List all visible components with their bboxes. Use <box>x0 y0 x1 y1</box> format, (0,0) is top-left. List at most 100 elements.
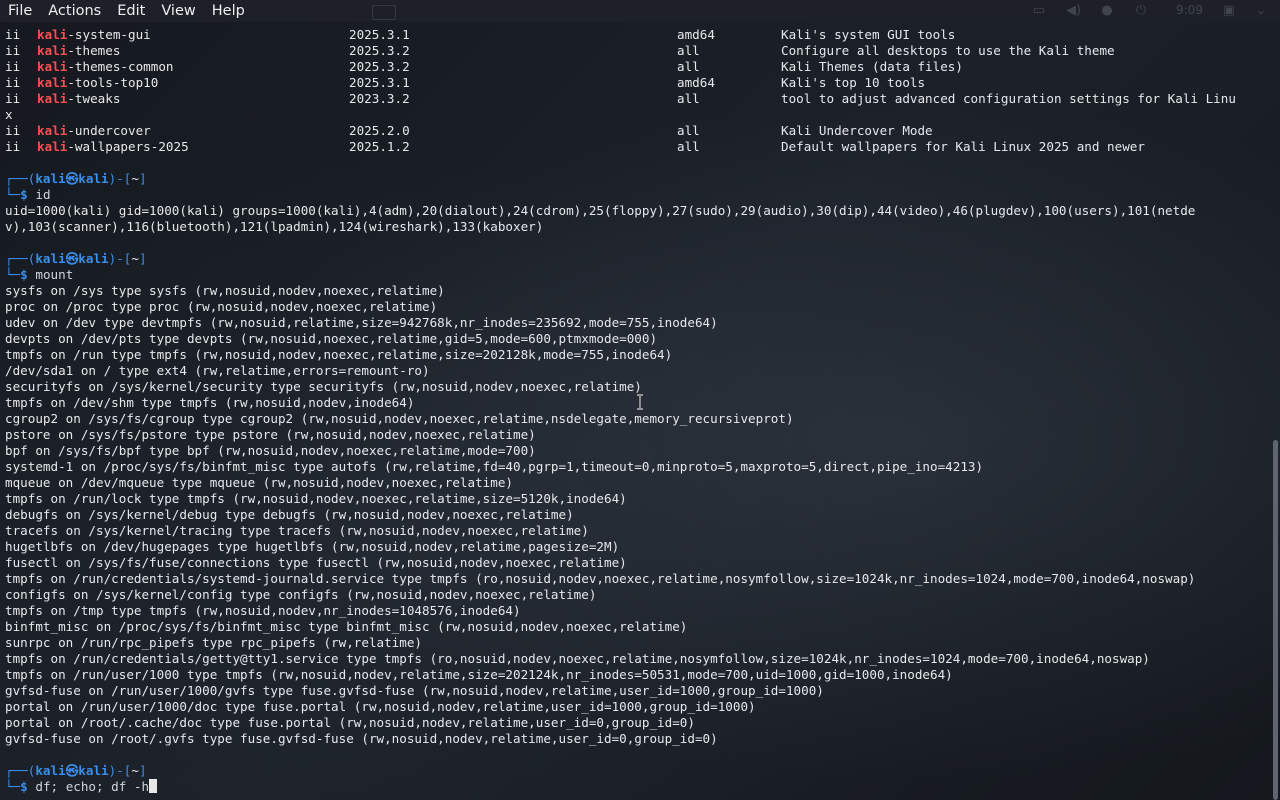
prompt-line-top: ┌──(kali㉿kali)-[~] <box>5 763 1263 779</box>
output-line: tmpfs on /dev/shm type tmpfs (rw,nosuid,… <box>5 395 415 410</box>
package-description: Kali Themes (data files) <box>781 59 963 74</box>
output-line: sunrpc on /run/rpc_pipefs type rpc_pipef… <box>5 635 423 650</box>
package-name: kali-system-gui <box>37 27 349 43</box>
prompt-corner-bottom: └─ <box>5 779 21 794</box>
window-thumbnail-icon[interactable] <box>372 5 396 20</box>
package-status: ii <box>5 75 21 90</box>
prompt-mid: )-[ <box>108 763 132 778</box>
package-name-rest: -undercover <box>67 123 151 138</box>
package-version: 2023.3.2 <box>349 91 410 106</box>
command-text: id <box>35 187 51 202</box>
menu-actions[interactable]: Actions <box>40 0 109 22</box>
user-menu-icon[interactable]: ⌄ <box>1254 4 1268 18</box>
output-line: devpts on /dev/pts type devpts (rw,nosui… <box>5 331 658 346</box>
package-name: kali-undercover <box>37 123 349 139</box>
prompt-corner-bottom: └─ <box>5 267 21 282</box>
output-line: bpf on /sys/fs/bpf type bpf (rw,nosuid,n… <box>5 443 536 458</box>
terminal-menubar: File Actions Edit View Help <box>0 0 1280 22</box>
prompt-line-top: ┌──(kali㉿kali)-[~] <box>5 171 1263 187</box>
package-version: 2025.1.2 <box>349 139 410 154</box>
package-name-prefix: kali <box>37 75 68 90</box>
package-name-rest: -system-gui <box>67 27 151 42</box>
output-line: sysfs on /sys type sysfs (rw,nosuid,node… <box>5 283 445 298</box>
prompt-at: ㉿ <box>65 171 79 186</box>
prompt-corner: ┌──( <box>5 763 36 778</box>
menu-edit[interactable]: Edit <box>109 0 153 22</box>
display-icon[interactable]: ▭ <box>1032 4 1046 18</box>
text-cursor-icon <box>637 394 643 410</box>
package-arch: all <box>677 43 700 58</box>
package-status: ii <box>5 27 21 42</box>
prompt-path: ~ <box>131 171 139 186</box>
output-line: debugfs on /sys/kernel/debug type debugf… <box>5 507 574 522</box>
package-arch: all <box>677 91 700 106</box>
output-line: proc on /proc type proc (rw,nosuid,nodev… <box>5 299 438 314</box>
prompt-mid: )-[ <box>108 251 132 266</box>
prompt-host: kali <box>78 251 109 266</box>
output-line: binfmt_misc on /proc/sys/fs/binfmt_misc … <box>5 619 688 634</box>
volume-icon[interactable]: ◀) <box>1066 4 1081 18</box>
package-name-rest: -tweaks <box>67 91 121 106</box>
menu-view[interactable]: View <box>153 0 203 22</box>
prompt-at: ㉿ <box>65 763 79 778</box>
package-status: ii <box>5 59 21 74</box>
output-line: tmpfs on /tmp type tmpfs (rw,nosuid,node… <box>5 603 521 618</box>
power-icon[interactable]: ⏻ <box>1134 4 1148 18</box>
prompt-user: kali <box>35 763 66 778</box>
output-line: securityfs on /sys/kernel/security type … <box>5 379 642 394</box>
package-name-rest: -wallpapers-2025 <box>67 139 189 154</box>
package-status: ii <box>5 91 21 106</box>
package-row: ii kali-themes 2025.3.2 all Configure all de… <box>5 43 1263 59</box>
package-name-prefix: kali <box>37 59 68 74</box>
output-line: tmpfs on /run/credentials/systemd-journa… <box>5 571 1196 586</box>
wrapped-text: x <box>5 107 13 122</box>
prompt-host: kali <box>78 763 109 778</box>
package-name-rest: -themes-common <box>67 59 174 74</box>
output-line: tmpfs on /run type tmpfs (rw,nosuid,node… <box>5 347 673 362</box>
package-arch: all <box>677 139 700 154</box>
scrollbar-thumb[interactable] <box>1273 440 1278 800</box>
package-name-prefix: kali <box>37 43 68 58</box>
package-description: Configure all desktops to use the Kali t… <box>781 43 1115 58</box>
package-description: Kali's top 10 tools <box>781 75 926 90</box>
package-version: 2025.3.2 <box>349 59 410 74</box>
prompt-dollar: $ <box>20 187 28 202</box>
package-row: ii kali-system-gui 2025.3.1 amd64 Kali's sys… <box>5 27 1263 43</box>
prompt-host: kali <box>78 171 109 186</box>
package-description: Default wallpapers for Kali Linux 2025 a… <box>781 139 1145 154</box>
notification-bell-icon[interactable]: ● <box>1100 4 1114 18</box>
package-name: kali-tools-top10 <box>37 75 349 91</box>
output-line: udev on /dev type devtmpfs (rw,nosuid,re… <box>5 315 718 330</box>
menu-help[interactable]: Help <box>204 0 253 22</box>
output-line: gvfsd-fuse on /run/user/1000/gvfs type f… <box>5 683 824 698</box>
output-line: /dev/sda1 on / type ext4 (rw,relatime,er… <box>5 363 430 378</box>
terminal-output[interactable]: ii kali-system-gui 2025.3.1 amd64 Kali's sys… <box>5 27 1263 800</box>
package-name: kali-tweaks <box>37 91 349 107</box>
lock-icon[interactable]: ▣ <box>1222 4 1236 18</box>
output-line: tmpfs on /run/user/1000 type tmpfs (rw,n… <box>5 667 953 682</box>
package-row: ii kali-undercover 2025.2.0 all Kali Underco… <box>5 123 1263 139</box>
prompt-line-bottom: └─$ id <box>5 187 1263 203</box>
package-description: Kali's system GUI tools <box>781 27 956 42</box>
package-row: ii kali-themes-common 2025.3.2 all Kali Them… <box>5 59 1263 75</box>
prompt-mid: )-[ <box>108 171 132 186</box>
output-line: gvfsd-fuse on /root/.gvfs type fuse.gvfs… <box>5 731 718 746</box>
package-name: kali-wallpapers-2025 <box>37 139 349 155</box>
output-line: pstore on /sys/fs/pstore type pstore (rw… <box>5 427 536 442</box>
prompt-end: ] <box>138 763 147 778</box>
menu-file[interactable]: File <box>0 0 40 22</box>
output-line: tmpfs on /run/credentials/getty@tty1.ser… <box>5 651 1150 666</box>
prompt-user: kali <box>35 251 66 266</box>
package-name-prefix: kali <box>37 91 68 106</box>
output-line: uid=1000(kali) gid=1000(kali) groups=100… <box>5 203 1196 218</box>
package-name-prefix: kali <box>37 139 68 154</box>
package-name: kali-themes-common <box>37 59 349 75</box>
prompt-at: ㉿ <box>65 251 79 266</box>
output-line: portal on /root/.cache/doc type fuse.por… <box>5 715 695 730</box>
prompt-corner-bottom: └─ <box>5 187 21 202</box>
package-version: 2025.3.2 <box>349 43 410 58</box>
package-row: ii kali-tools-top10 2025.3.1 amd64 Kali's to… <box>5 75 1263 91</box>
command-input[interactable]: df; echo; df -h <box>35 779 149 794</box>
prompt-corner: ┌──( <box>5 171 36 186</box>
